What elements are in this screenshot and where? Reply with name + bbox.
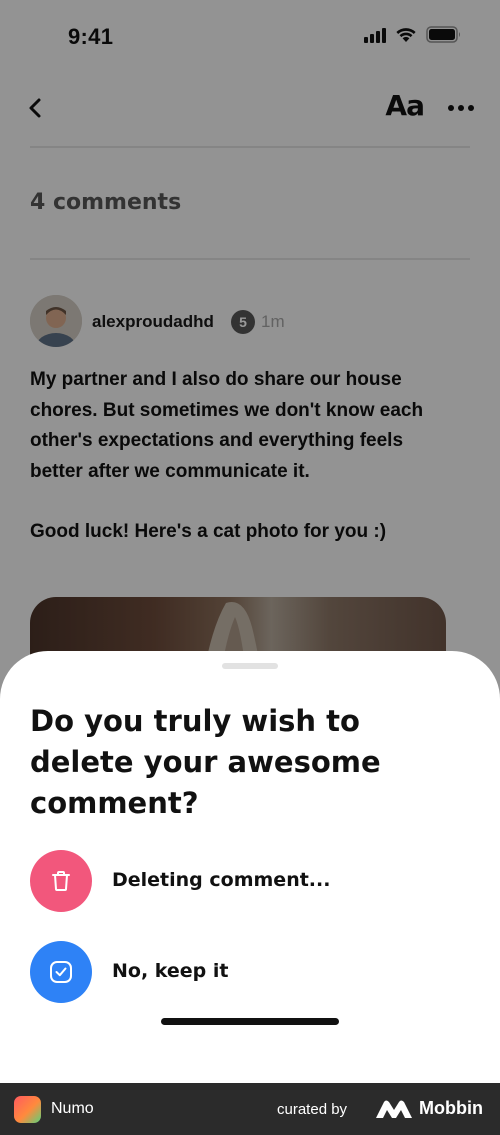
delete-option-label: Deleting comment... [112,869,331,891]
keep-icon-circle [30,941,92,1003]
app-logo-icon [14,1096,41,1123]
keep-option-label: No, keep it [112,960,229,982]
checkbox-icon [50,961,72,983]
sheet-title: Do you truly wish to delete your awesome… [30,704,381,820]
delete-comment-button[interactable]: Deleting comment... [30,850,430,912]
mobbin-brand: Mobbin [419,1098,483,1118]
delete-confirm-sheet: Do you truly wish to delete your awesome… [0,651,500,1083]
keep-comment-button[interactable]: No, keep it [30,941,430,1003]
home-indicator [161,1018,339,1025]
trash-icon [52,871,70,891]
curated-by-text: curated by [277,1101,348,1118]
app-name: Numo [51,1100,94,1117]
mobbin-logo-icon [376,1100,412,1118]
delete-icon-circle [30,850,92,912]
attribution-footer: Numo curated by Mobbin [0,1083,500,1135]
sheet-grabber[interactable] [222,663,278,669]
